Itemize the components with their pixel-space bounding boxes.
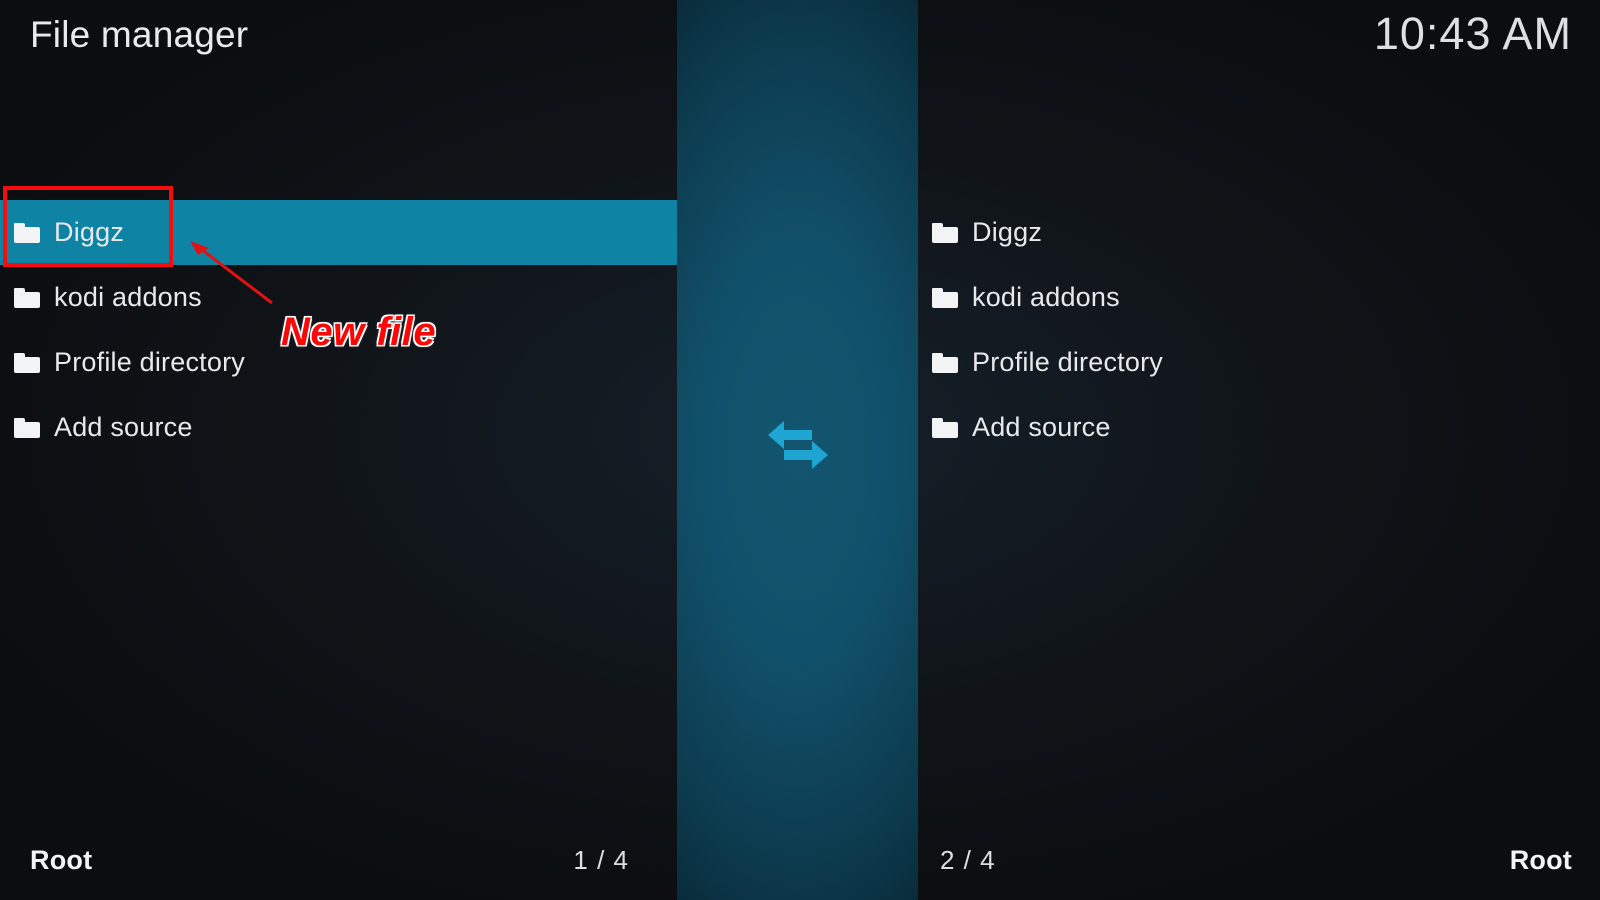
right-footer-path: Root [1509,845,1572,875]
file-row-label: Add source [972,412,1111,442]
file-row[interactable]: Profile directory [918,330,1600,395]
right-file-panel: Diggz kodi addons Profile directory Add sou… [918,0,1600,900]
left-panel-footer: Root 1 / 4 [0,814,677,900]
file-row-label: Diggz [54,217,125,247]
left-footer-path: Root [30,845,93,875]
file-row[interactable]: Diggz [918,200,1600,265]
file-row-label: Profile directory [972,347,1163,377]
right-footer-count: 2 / 4 [940,845,996,875]
right-file-list: Diggz kodi addons Profile directory Add sou… [918,200,1600,460]
file-row-label: kodi addons [972,282,1120,312]
file-row[interactable]: Add source [918,395,1600,460]
folder-icon [14,352,40,373]
right-panel-footer: 2 / 4 Root [918,814,1600,900]
left-file-panel: Diggz kodi addons Profile directory Add sou… [0,0,677,900]
swap-panels-arrows-icon[interactable] [766,417,830,473]
file-manager-screen: File manager 10:43 AM Diggz kodi addons Pr… [0,0,1600,900]
file-row-label: Add source [54,412,193,442]
file-row-label: Profile directory [54,347,245,377]
folder-icon [932,222,958,243]
folder-icon [14,417,40,438]
folder-icon [14,222,40,243]
file-row[interactable]: Diggz [0,200,677,265]
file-row[interactable]: kodi addons [918,265,1600,330]
file-row-label: kodi addons [54,282,202,312]
folder-icon [932,287,958,308]
file-row-label: Diggz [972,217,1043,247]
annotation-label: New file [281,310,437,354]
left-footer-count: 1 / 4 [573,845,629,875]
folder-icon [932,417,958,438]
panel-divider [677,0,918,900]
folder-icon [14,287,40,308]
folder-icon [932,352,958,373]
file-row[interactable]: Add source [0,395,677,460]
